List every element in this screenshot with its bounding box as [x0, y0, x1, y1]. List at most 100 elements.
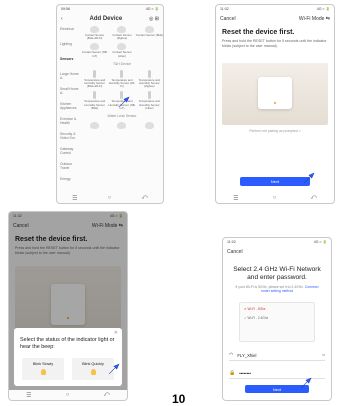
- device-tile-wifi-th[interactable]: Temperature and Humidity Sensor (Wi-Fi): [108, 69, 135, 89]
- category-sensors[interactable]: Sensors: [60, 57, 80, 72]
- status-time: 11:02: [227, 240, 236, 244]
- pointing-hand-icon: [299, 376, 313, 390]
- system-nav-bar: ☰ ○ ⤺: [216, 193, 334, 203]
- device-tile[interactable]: [108, 122, 135, 130]
- wifi-credentials-screen: 11:02 4G ≈ 🔋 Cancel Select 2.4 GHz Wi-Fi…: [222, 237, 332, 401]
- category-outdoor[interactable]: Outdoor Travel: [60, 162, 80, 177]
- top-bar: Cancel Wi-Fi Mode ⇆: [220, 14, 330, 24]
- device-tile[interactable]: [136, 122, 163, 130]
- leak-sensor-icon: [117, 122, 127, 130]
- device-tile[interactable]: Contact Sensor (NB-IoT): [81, 43, 108, 57]
- cancel-button[interactable]: Cancel: [227, 249, 243, 255]
- contact-sensor-icon: [90, 43, 100, 51]
- lock-icon: 🔒: [229, 370, 236, 376]
- contact-sensor-icon: [144, 26, 154, 33]
- top-bar: Cancel: [227, 247, 327, 257]
- menu-icon[interactable]: ☰: [233, 195, 238, 202]
- back-nav-icon[interactable]: ⤺: [103, 392, 109, 399]
- device-tile[interactable]: Temperature and Humidity Sensor (BLE): [81, 91, 108, 110]
- menu-icon[interactable]: ☰: [72, 195, 77, 202]
- category-security[interactable]: Security & Video Sur.: [60, 132, 80, 147]
- wifi-5ghz-row: ✕ Wi-Fi - 5Ghz: [244, 307, 266, 311]
- ssid-value: FLY_Xhiel: [237, 352, 257, 358]
- home-icon[interactable]: ○: [66, 392, 70, 398]
- status-bar: 11:02 4G ≈ 🔋: [220, 7, 330, 13]
- category-lighting[interactable]: Lighting: [60, 42, 80, 57]
- status-time: 09:56: [61, 7, 70, 11]
- status-bar: 11:02 4G ≈ 🔋: [227, 240, 327, 246]
- back-icon[interactable]: ‹: [61, 16, 63, 22]
- next-button[interactable]: Next: [240, 177, 310, 186]
- device-tile[interactable]: [81, 122, 108, 130]
- device-grid: Contact Sensor (BLE+Wi-Fi) Contact Senso…: [81, 26, 163, 130]
- system-nav-bar: ☰ ○ ⤺: [9, 390, 127, 400]
- page-number: 10: [172, 392, 186, 406]
- device-illustration: [222, 63, 328, 125]
- frequency-note: If your Wi-Fi is 5GHz, please set it to …: [235, 285, 319, 294]
- leak-sensor-icon: [144, 122, 154, 130]
- status-time: 11:02: [220, 7, 229, 11]
- device-tile[interactable]: Temperature and Humidity Sensor (Zigbee): [136, 69, 163, 89]
- cancel-button[interactable]: Cancel: [220, 16, 236, 22]
- status-bar: 09:56 4G ≈ 🔋: [61, 7, 159, 13]
- wifi-24ghz-row: ✓ Wi-Fi - 2.4Ghz: [244, 316, 269, 320]
- back-nav-icon[interactable]: ⤺: [310, 195, 316, 202]
- category-energy[interactable]: Energy: [60, 177, 80, 192]
- wifi-icon: ◠: [229, 352, 234, 358]
- category-small-home[interactable]: Small Home A.: [60, 87, 80, 102]
- device-tile[interactable]: Temperature and Humidity Sensor (other): [136, 91, 163, 110]
- mode-switch[interactable]: Wi-Fi Mode ⇆: [299, 16, 330, 22]
- category-kitchen[interactable]: Kitchen Appliances: [60, 102, 80, 117]
- sheet-question: Select the status of the indicator light…: [20, 337, 115, 350]
- bulb-icon: [90, 369, 96, 375]
- thermometer-icon: [147, 69, 151, 78]
- frequency-illustration: ✕ Wi-Fi - 5Ghz ✓ Wi-Fi - 2.4Ghz: [239, 302, 315, 342]
- category-large-home[interactable]: Large Home A.: [60, 72, 80, 87]
- device-tile[interactable]: Contact Sensor (BLE+Wi-Fi): [81, 26, 108, 40]
- contact-sensor-icon: [90, 26, 100, 33]
- close-icon[interactable]: ✕: [114, 330, 118, 336]
- page-title: Select 2.4 GHz Wi-Fi Network and enter p…: [233, 266, 321, 281]
- system-nav-bar: ☰ ○ ⤺: [57, 193, 163, 203]
- section-heading: Water Leak Sensor: [107, 114, 137, 119]
- switch-network-icon[interactable]: ⇆: [322, 353, 325, 357]
- step-title: Reset the device first.: [222, 29, 295, 36]
- pairing-link[interactable]: Perform net pairing as prompted >: [222, 129, 328, 133]
- password-value: ••••••••: [239, 370, 251, 376]
- router-icon: [258, 76, 292, 109]
- category-electrical[interactable]: Electrical: [60, 27, 80, 42]
- device-tile[interactable]: Contact Sensor (Zigbee): [108, 26, 135, 40]
- contact-sensor-icon: [117, 43, 127, 51]
- pointing-hand-icon: [302, 171, 316, 185]
- reset-blink-select-screen: 11:02 4G ≈ 🔋 Cancel Wi-Fi Mode ⇆ Reset t…: [8, 211, 128, 401]
- section-heading: T&H Device: [112, 61, 132, 66]
- back-nav-icon[interactable]: ⤺: [141, 195, 147, 202]
- status-indicators: 4G ≈ 🔋: [145, 7, 159, 11]
- device-tile[interactable]: Temperature and Humidity Sensor (BLE+Wi-…: [81, 69, 108, 89]
- blink-slowly-option[interactable]: Blink Slowly: [22, 358, 64, 380]
- add-device-screen: 09:56 4G ≈ 🔋 ‹ Add Device ◎ ⊞ Electrical…: [56, 4, 164, 204]
- thermometer-icon: [93, 91, 97, 100]
- category-exercise[interactable]: Exercise & Health: [60, 117, 80, 132]
- reset-device-screen: 11:02 4G ≈ 🔋 Cancel Wi-Fi Mode ⇆ Reset t…: [215, 4, 335, 204]
- bulb-icon: [40, 369, 46, 375]
- scan-icon[interactable]: ◎ ⊞: [149, 16, 159, 22]
- blink-status-sheet: ✕ Select the status of the indicator lig…: [14, 328, 122, 386]
- home-icon[interactable]: ○: [273, 195, 277, 201]
- thermometer-icon: [120, 69, 124, 78]
- menu-icon[interactable]: ☰: [26, 392, 31, 399]
- top-bar: ‹ Add Device ◎ ⊞: [61, 14, 159, 24]
- pointing-hand-icon: [107, 362, 121, 376]
- thermometer-icon: [93, 69, 97, 78]
- status-indicators: 4G ≈ 🔋: [316, 7, 330, 11]
- ssid-field[interactable]: ◠ FLY_Xhiel ⇆: [229, 350, 325, 361]
- device-tile[interactable]: Contact Sensor (BLE): [136, 26, 163, 40]
- home-icon[interactable]: ○: [108, 195, 112, 201]
- contact-sensor-icon: [117, 26, 127, 33]
- category-gateway[interactable]: Gateway Control: [60, 147, 80, 162]
- leak-sensor-icon: [90, 122, 100, 130]
- device-tile[interactable]: Contact Sensor (other): [108, 43, 135, 57]
- pointing-hand-icon: [117, 95, 131, 109]
- category-list: Electrical Lighting Sensors Large Home A…: [60, 27, 80, 192]
- step-instructions: Press and hold the RESET button for 5 se…: [222, 39, 327, 48]
